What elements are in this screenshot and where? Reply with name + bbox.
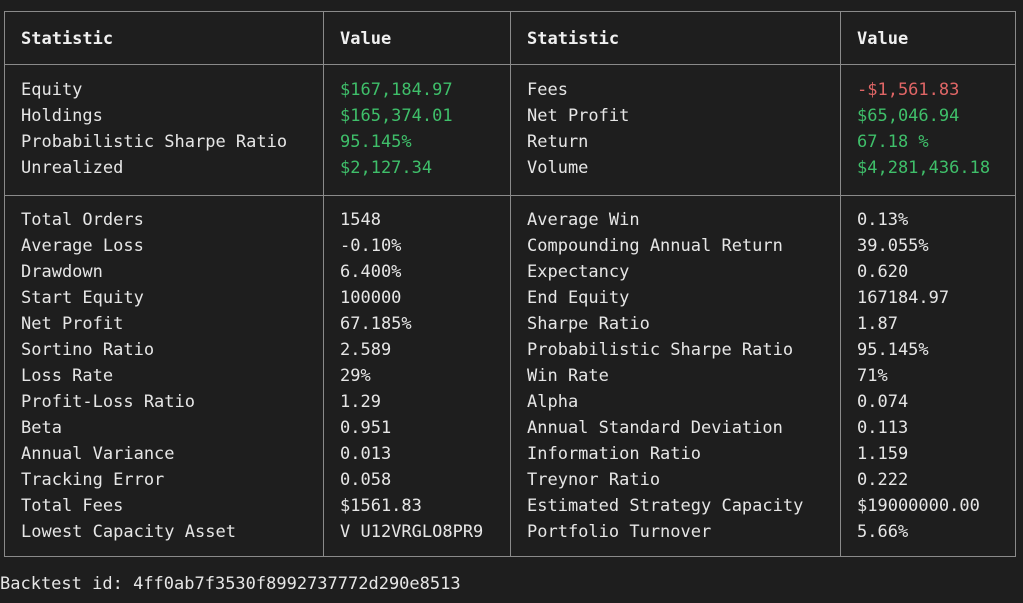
statistic-label: Expectancy bbox=[527, 262, 630, 282]
statistic-label: Average Win bbox=[527, 210, 640, 230]
statistic-label: Volume bbox=[527, 158, 589, 178]
statistic-label: Total Fees bbox=[21, 496, 124, 516]
header-statistic-right: Statistic bbox=[527, 29, 620, 49]
statistic-label: Annual Standard Deviation bbox=[527, 418, 783, 438]
statistic-value: 5.66% bbox=[857, 522, 909, 542]
statistic-label: Tracking Error bbox=[21, 470, 165, 490]
statistic-value: $167,184.97 bbox=[340, 80, 453, 100]
backtest-id-label: Backtest id: bbox=[0, 574, 123, 594]
backtest-id-value: 4ff0ab7f3530f8992737772d290e8513 bbox=[133, 574, 461, 594]
statistic-label: Lowest Capacity Asset bbox=[21, 522, 236, 542]
statistic-label: Alpha bbox=[527, 392, 579, 412]
statistic-label: Probabilistic Sharpe Ratio bbox=[21, 132, 288, 152]
statistic-value: $165,374.01 bbox=[340, 106, 453, 126]
statistic-value: 0.013 bbox=[340, 444, 392, 464]
statistic-value: 95.145% bbox=[857, 340, 929, 360]
statistic-label: Equity bbox=[21, 80, 83, 100]
statistic-value: V U12VRGLO8PR9 bbox=[340, 522, 484, 542]
statistic-label: Annual Variance bbox=[21, 444, 175, 464]
statistic-value: 0.951 bbox=[340, 418, 392, 438]
statistic-value: -$1,561.83 bbox=[857, 80, 960, 100]
statistic-label: Holdings bbox=[21, 106, 103, 126]
statistic-value: 1.29 bbox=[340, 392, 381, 412]
section-divider bbox=[5, 195, 1015, 196]
statistic-label: Information Ratio bbox=[527, 444, 701, 464]
statistic-label: Beta bbox=[21, 418, 62, 438]
statistic-value: 1.159 bbox=[857, 444, 909, 464]
statistic-label: Unrealized bbox=[21, 158, 124, 178]
column-divider bbox=[323, 12, 324, 556]
statistic-label: Compounding Annual Return bbox=[527, 236, 783, 256]
statistic-value: 1.87 bbox=[857, 314, 898, 334]
statistic-value: 6.400% bbox=[340, 262, 402, 282]
statistic-value: 1548 bbox=[340, 210, 381, 230]
statistic-value: 0.13% bbox=[857, 210, 909, 230]
statistic-value: 95.145% bbox=[340, 132, 412, 152]
header-value-left: Value bbox=[340, 29, 392, 49]
statistic-value: -0.10% bbox=[340, 236, 402, 256]
column-divider bbox=[510, 12, 511, 556]
statistic-value: 0.058 bbox=[340, 470, 392, 490]
statistic-label: Portfolio Turnover bbox=[527, 522, 712, 542]
statistic-value: 29% bbox=[340, 366, 371, 386]
statistic-value: 0.113 bbox=[857, 418, 909, 438]
statistic-label: Sortino Ratio bbox=[21, 340, 155, 360]
statistic-label: Probabilistic Sharpe Ratio bbox=[527, 340, 794, 360]
statistic-value: 71% bbox=[857, 366, 888, 386]
statistic-value: 67.185% bbox=[340, 314, 412, 334]
statistic-value: 167184.97 bbox=[857, 288, 950, 308]
statistic-value: 0.620 bbox=[857, 262, 909, 282]
statistic-label: Net Profit bbox=[21, 314, 124, 334]
backtest-id-line: Backtest id: 4ff0ab7f3530f8992737772d290… bbox=[0, 571, 461, 597]
statistic-value: $1561.83 bbox=[340, 496, 422, 516]
header-value-right: Value bbox=[857, 29, 909, 49]
statistic-label: Drawdown bbox=[21, 262, 103, 282]
statistic-label: Win Rate bbox=[527, 366, 609, 386]
header-divider bbox=[5, 64, 1015, 65]
statistic-label: Net Profit bbox=[527, 106, 630, 126]
statistic-value: 0.074 bbox=[857, 392, 909, 412]
statistic-value: $2,127.34 bbox=[340, 158, 433, 178]
statistic-value: $19000000.00 bbox=[857, 496, 980, 516]
header-statistic-left: Statistic bbox=[21, 29, 114, 49]
statistic-label: Profit-Loss Ratio bbox=[21, 392, 195, 412]
statistic-value: $65,046.94 bbox=[857, 106, 960, 126]
statistic-value: 2.589 bbox=[340, 340, 392, 360]
statistic-label: Start Equity bbox=[21, 288, 144, 308]
statistic-label: Fees bbox=[527, 80, 568, 100]
statistic-label: Sharpe Ratio bbox=[527, 314, 650, 334]
statistic-label: Estimated Strategy Capacity bbox=[527, 496, 804, 516]
statistic-value: $4,281,436.18 bbox=[857, 158, 991, 178]
statistic-label: End Equity bbox=[527, 288, 630, 308]
statistics-table: Statistic Value Statistic Value Equity $1… bbox=[4, 11, 1016, 557]
statistic-value: 100000 bbox=[340, 288, 402, 308]
statistic-label: Total Orders bbox=[21, 210, 144, 230]
statistic-label: Loss Rate bbox=[21, 366, 114, 386]
column-divider bbox=[840, 12, 841, 556]
statistic-value: 67.18 % bbox=[857, 132, 929, 152]
statistic-label: Treynor Ratio bbox=[527, 470, 661, 490]
statistic-label: Return bbox=[527, 132, 589, 152]
statistic-value: 0.222 bbox=[857, 470, 909, 490]
statistic-value: 39.055% bbox=[857, 236, 929, 256]
statistic-label: Average Loss bbox=[21, 236, 144, 256]
